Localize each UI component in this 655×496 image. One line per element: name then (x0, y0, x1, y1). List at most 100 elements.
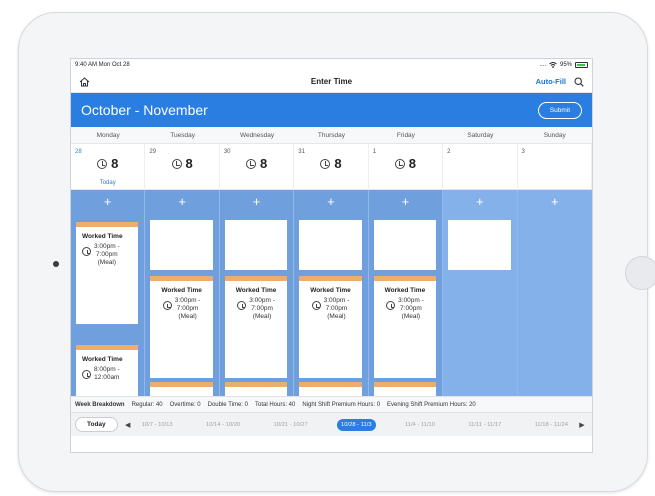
weekday-label: Thursday (317, 132, 346, 139)
week-range[interactable]: 11/18 - 11/24 (531, 419, 572, 431)
time-entry-card[interactable]: Worked Time 3:00pm - 7:00pm (Meal) (373, 276, 437, 378)
day-column-friday[interactable]: + Worked Time 3:00pm - 7:00pm (Meal) (368, 190, 444, 396)
entry-title: Worked Time (384, 287, 426, 294)
weekday-label: Saturday (467, 132, 494, 139)
entry-end: 7:00pm (325, 305, 348, 312)
weekday-header: Monday Tuesday Wednesday Thursday Friday… (71, 127, 592, 144)
battery-percent: 95% (559, 62, 572, 68)
day-hours: 8 (259, 156, 268, 171)
entry-start: 3:00pm - (398, 297, 424, 304)
add-entry-button[interactable]: + (369, 195, 442, 208)
date-cell[interactable]: 29 8 (145, 144, 220, 189)
time-entry-card[interactable]: Worked Time 3:00pm - 7:00pm (Meal) (76, 222, 139, 324)
day-hours: 8 (111, 156, 119, 171)
clock-icon (162, 301, 172, 310)
entry-end: 7:00pm (95, 251, 118, 258)
empty-slot[interactable] (373, 220, 437, 270)
clock-icon (237, 301, 247, 310)
empty-slot[interactable] (299, 220, 362, 270)
entry-start: 3:00pm - (323, 297, 350, 304)
day-hours: 8 (408, 156, 417, 171)
week-range[interactable]: 11/4 - 11/10 (401, 419, 439, 431)
weekday-label: Friday (396, 132, 415, 139)
period-title: October - November (81, 102, 208, 118)
camera (53, 261, 59, 267)
time-entry-card[interactable]: Worked Time 3:00pm - 7:00pm (Meal) (224, 276, 288, 378)
entry-title: Worked Time (310, 287, 351, 294)
week-range[interactable]: 11/11 - 11/17 (464, 419, 505, 431)
time-entry-card[interactable]: Worked Time 3:00pm - 7:00pm (Meal) (150, 276, 213, 378)
add-entry-button[interactable]: + (145, 195, 218, 208)
week-range[interactable]: 10/14 - 10/20 (202, 419, 244, 431)
week-range-selected[interactable]: 10/28 - 11/3 (337, 418, 376, 431)
prev-week-arrow-icon[interactable]: ◀ (122, 421, 134, 429)
date-number: 3 (521, 149, 525, 155)
add-entry-button[interactable]: + (443, 195, 516, 208)
today-button[interactable]: Today (75, 417, 118, 432)
time-entry-card[interactable]: Worked Time 3:00pm - 7:00pm (Meal) (299, 276, 362, 378)
entry-note: (Meal) (327, 313, 346, 320)
auto-fill-button[interactable]: Auto-Fill (536, 77, 566, 86)
today-label: Today (99, 180, 116, 186)
status-time: 9:40 AM Mon Oct 28 (75, 62, 130, 68)
home-icon[interactable] (79, 76, 90, 87)
entry-end: 7:00pm (176, 305, 199, 312)
wifi-icon (549, 62, 557, 68)
entry-title: Worked Time (82, 356, 123, 363)
night-shift-hours: Night Shift Premium Hours: 0 (302, 401, 381, 408)
entry-title: Worked Time (235, 287, 277, 294)
time-entry-card[interactable]: Worked Time 8:00pm - 12:00am (76, 345, 139, 396)
period-banner: October - November Submit (71, 93, 592, 127)
empty-slot[interactable] (150, 220, 213, 270)
clock-icon (82, 247, 91, 256)
weekday-label: Wednesday (239, 132, 275, 139)
battery-icon (575, 62, 588, 68)
home-button[interactable] (625, 256, 655, 290)
page-title: Enter Time (310, 77, 353, 86)
add-entry-button[interactable]: + (294, 195, 367, 208)
date-row: 28 8 Today 29 8 30 8 31 8 1 8 2 3 (71, 144, 592, 190)
day-column-sunday[interactable]: + (517, 190, 592, 396)
add-entry-button[interactable]: + (518, 195, 592, 208)
date-cell[interactable]: 31 8 (294, 144, 369, 189)
week-range-list: 10/7 - 10/13 10/14 - 10/20 10/21 - 10/27… (138, 418, 572, 431)
next-week-arrow-icon[interactable]: ▶ (576, 421, 588, 429)
week-range[interactable]: 10/7 - 10/13 (138, 419, 177, 431)
double-time-hours: Double Time: 0 (207, 401, 248, 408)
entry-note: (Meal) (178, 313, 197, 320)
add-entry-button[interactable]: + (220, 195, 293, 208)
entry-start: 3:00pm - (94, 243, 120, 250)
day-column-wednesday[interactable]: + Worked Time 3:00pm - 7:00pm (Meal) (219, 190, 295, 396)
day-column-tuesday[interactable]: + Worked Time 3:00pm - 7:00pm (Meal) (145, 190, 220, 396)
time-entry-card[interactable] (373, 382, 437, 396)
clock-icon (82, 370, 91, 379)
date-cell[interactable]: 30 8 (220, 144, 295, 189)
date-cell[interactable]: 1 8 (369, 144, 444, 189)
entry-title: Worked Time (82, 233, 123, 240)
day-column-saturday[interactable]: + (443, 190, 518, 396)
clock-icon (311, 301, 321, 310)
empty-slot[interactable] (224, 220, 288, 270)
date-cell-today[interactable]: 28 8 Today (71, 144, 146, 189)
date-number: 1 (372, 149, 377, 155)
overtime-hours: Overtime: 0 (169, 401, 201, 408)
submit-button[interactable]: Submit (537, 101, 582, 119)
search-icon[interactable] (574, 76, 584, 87)
entry-end: 12:00am (94, 374, 120, 381)
add-entry-button[interactable]: + (71, 195, 144, 208)
week-range[interactable]: 10/21 - 10/27 (270, 419, 312, 431)
entry-end: 7:00pm (251, 305, 273, 312)
time-entry-card[interactable] (224, 382, 288, 396)
day-column-thursday[interactable]: + Worked Time 3:00pm - 7:00pm (Meal) (294, 190, 369, 396)
empty-slot[interactable] (448, 220, 511, 270)
time-entry-card[interactable] (150, 382, 213, 396)
entry-end: 7:00pm (400, 305, 422, 312)
date-cell[interactable]: 2 (443, 144, 518, 189)
day-column-monday[interactable]: + Worked Time 3:00pm - 7:00pm (Meal) Wor… (71, 190, 146, 396)
date-cell[interactable]: 3 (518, 144, 592, 189)
time-entry-card[interactable] (299, 382, 362, 396)
date-number: 30 (223, 149, 231, 155)
clock-icon (97, 158, 108, 169)
total-hours: Total Hours: 40 (254, 401, 296, 408)
entry-note: (Meal) (97, 259, 117, 266)
